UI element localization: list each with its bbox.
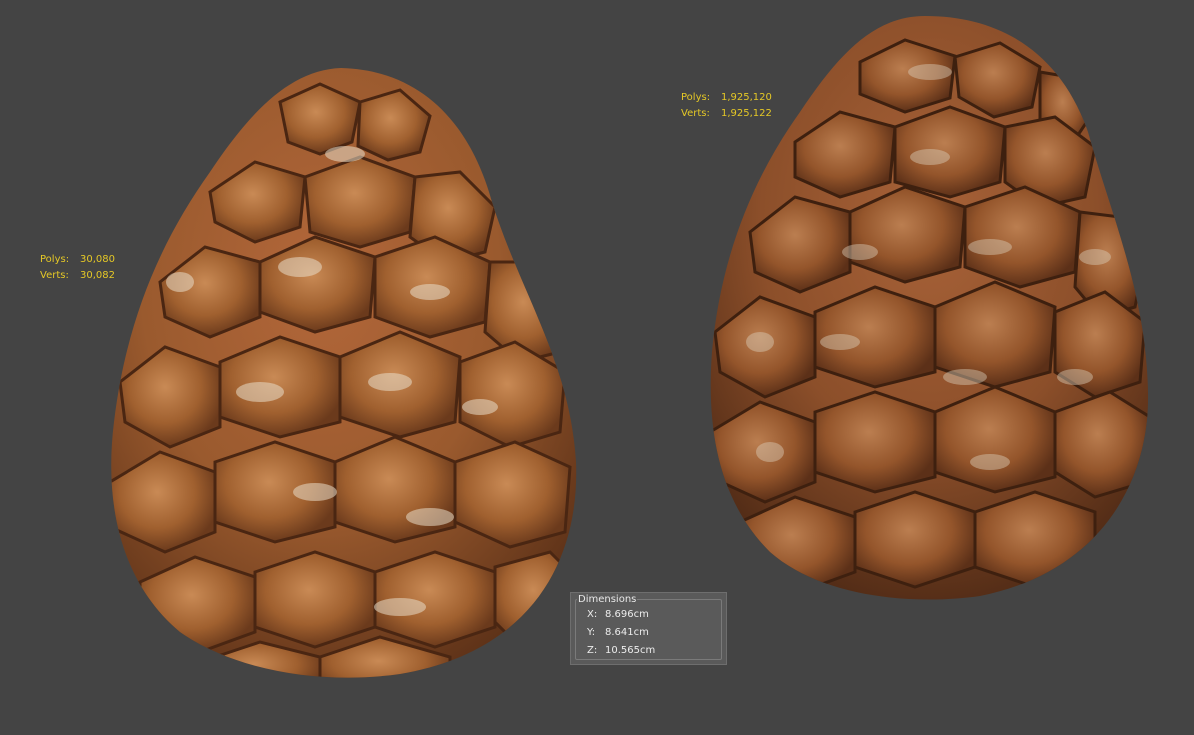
dimension-y-row: Y: 8.641cm [587, 627, 649, 638]
z-label: Z: [587, 645, 598, 656]
dimension-z-row: Z: 10.565cm [587, 645, 655, 656]
pine-cone-lowpoly-model[interactable] [100, 62, 582, 680]
dimensions-panel: Dimensions X: 8.696cm Y: 8.641cm Z: 10.5… [570, 592, 727, 665]
3d-viewport[interactable]: Polys: 30,080 Verts: 30,082 Polys: 1,925… [0, 0, 1194, 735]
dimension-x-row: X: 8.696cm [587, 609, 649, 620]
dimensions-title: Dimensions [577, 593, 638, 607]
y-label: Y: [587, 627, 596, 638]
pine-cone-highpoly-model[interactable] [700, 12, 1160, 604]
y-value: 8.641cm [605, 627, 649, 638]
left-model-stats: Polys: 30,080 Verts: 30,082 [40, 252, 115, 316]
verts-label: Verts: [40, 270, 69, 281]
x-value: 8.696cm [605, 609, 649, 620]
x-label: X: [587, 609, 598, 620]
z-value: 10.565cm [605, 645, 656, 656]
polys-label: Polys: [40, 254, 70, 265]
right-model-stats: Polys: 1,925,120 Verts: 1,925,122 [681, 90, 772, 154]
